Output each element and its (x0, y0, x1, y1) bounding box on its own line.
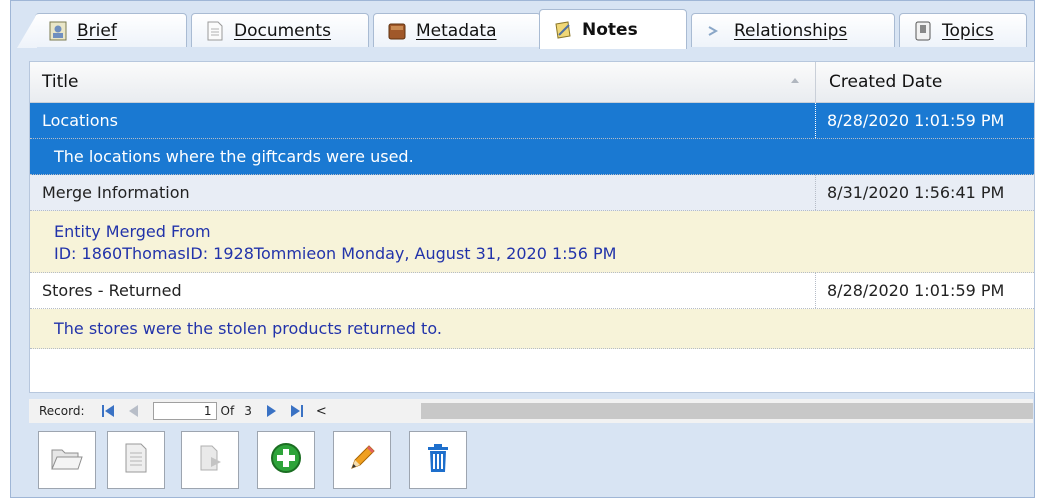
delete-trash-icon (424, 442, 452, 478)
last-record-button[interactable] (286, 402, 308, 420)
topics-icon (914, 21, 932, 41)
tab-label: Notes (582, 19, 638, 40)
sort-ascending-icon (791, 78, 799, 83)
tab-metadata[interactable]: Metadata (373, 13, 541, 47)
of-label: Of (220, 404, 235, 418)
row-note[interactable]: The stores were the stolen products retu… (30, 309, 1034, 349)
previous-record-button[interactable] (123, 402, 145, 420)
row-note[interactable]: The locations where the giftcards were u… (30, 139, 1034, 175)
row-title: Locations (30, 103, 816, 138)
notes-window: Brief Documents Metadata Notes Relations… (10, 0, 1035, 498)
note-text: The locations where the giftcards were u… (54, 147, 414, 166)
row-title: Stores - Returned (30, 273, 816, 308)
notes-icon (554, 20, 572, 40)
column-header-title[interactable]: Title (30, 62, 816, 102)
relationships-icon (706, 21, 724, 41)
record-number-input[interactable]: 1 (152, 402, 217, 420)
tab-label: Brief (77, 20, 117, 41)
column-title-label: Title (42, 72, 79, 92)
row-note[interactable]: Entity Merged From ID: 1860ThomasID: 192… (30, 211, 1034, 273)
edit-pencil-icon (346, 442, 378, 478)
note-text: ID: 1860ThomasID: 1928Tommieon Monday, A… (54, 244, 617, 263)
grid-header: Title Created Date (30, 62, 1034, 103)
edit-note-button[interactable] (333, 431, 391, 489)
export-button[interactable] (181, 431, 239, 489)
tab-documents[interactable]: Documents (191, 13, 369, 47)
record-label: Record: (39, 404, 85, 418)
table-row[interactable]: Stores - Returned 8/28/2020 1:01:59 PM (30, 273, 1034, 309)
open-folder-button[interactable] (38, 431, 96, 489)
tab-label: Topics (942, 20, 994, 41)
horizontal-scrollbar[interactable] (421, 403, 1033, 419)
delete-note-button[interactable] (409, 431, 467, 489)
record-navigator: Record: 1 Of 3 < (29, 399, 1033, 423)
table-row[interactable]: Merge Information 8/31/2020 1:56:41 PM (30, 175, 1034, 211)
tab-label: Metadata (416, 20, 497, 41)
tab-label: Relationships (734, 20, 848, 41)
note-text: Entity Merged From (54, 222, 211, 241)
tab-notes[interactable]: Notes (539, 9, 687, 49)
documents-icon (206, 21, 224, 41)
row-title: Merge Information (30, 175, 816, 210)
tab-brief[interactable]: Brief (35, 13, 187, 47)
export-icon (197, 443, 223, 477)
record-total: 3 (244, 404, 252, 418)
next-record-button[interactable] (260, 402, 282, 420)
note-text: The stores were the stolen products retu… (54, 319, 442, 338)
add-note-button[interactable] (257, 431, 315, 489)
add-icon (270, 442, 302, 478)
document-icon (123, 442, 149, 478)
row-created-date: 8/28/2020 1:01:59 PM (827, 111, 1005, 130)
row-created-date: 8/28/2020 1:01:59 PM (827, 281, 1005, 300)
tab-relationships[interactable]: Relationships (691, 13, 895, 47)
notes-grid: Title Created Date Locations 8/28/2020 1… (29, 61, 1035, 393)
column-created-label: Created Date (829, 72, 943, 92)
scroll-left-arrow[interactable]: < (316, 404, 327, 419)
metadata-icon (388, 21, 406, 41)
column-header-created-date[interactable]: Created Date (817, 62, 1034, 102)
tab-strip: Brief Documents Metadata Notes Relations… (19, 7, 1029, 49)
document-button[interactable] (107, 431, 165, 489)
first-record-button[interactable] (97, 402, 119, 420)
tab-topics[interactable]: Topics (899, 13, 1027, 47)
brief-icon (49, 21, 67, 41)
open-folder-icon (50, 444, 84, 476)
row-created-date: 8/31/2020 1:56:41 PM (827, 183, 1005, 202)
tab-label: Documents (234, 20, 331, 41)
table-row[interactable]: Locations 8/28/2020 1:01:59 PM (30, 103, 1034, 139)
